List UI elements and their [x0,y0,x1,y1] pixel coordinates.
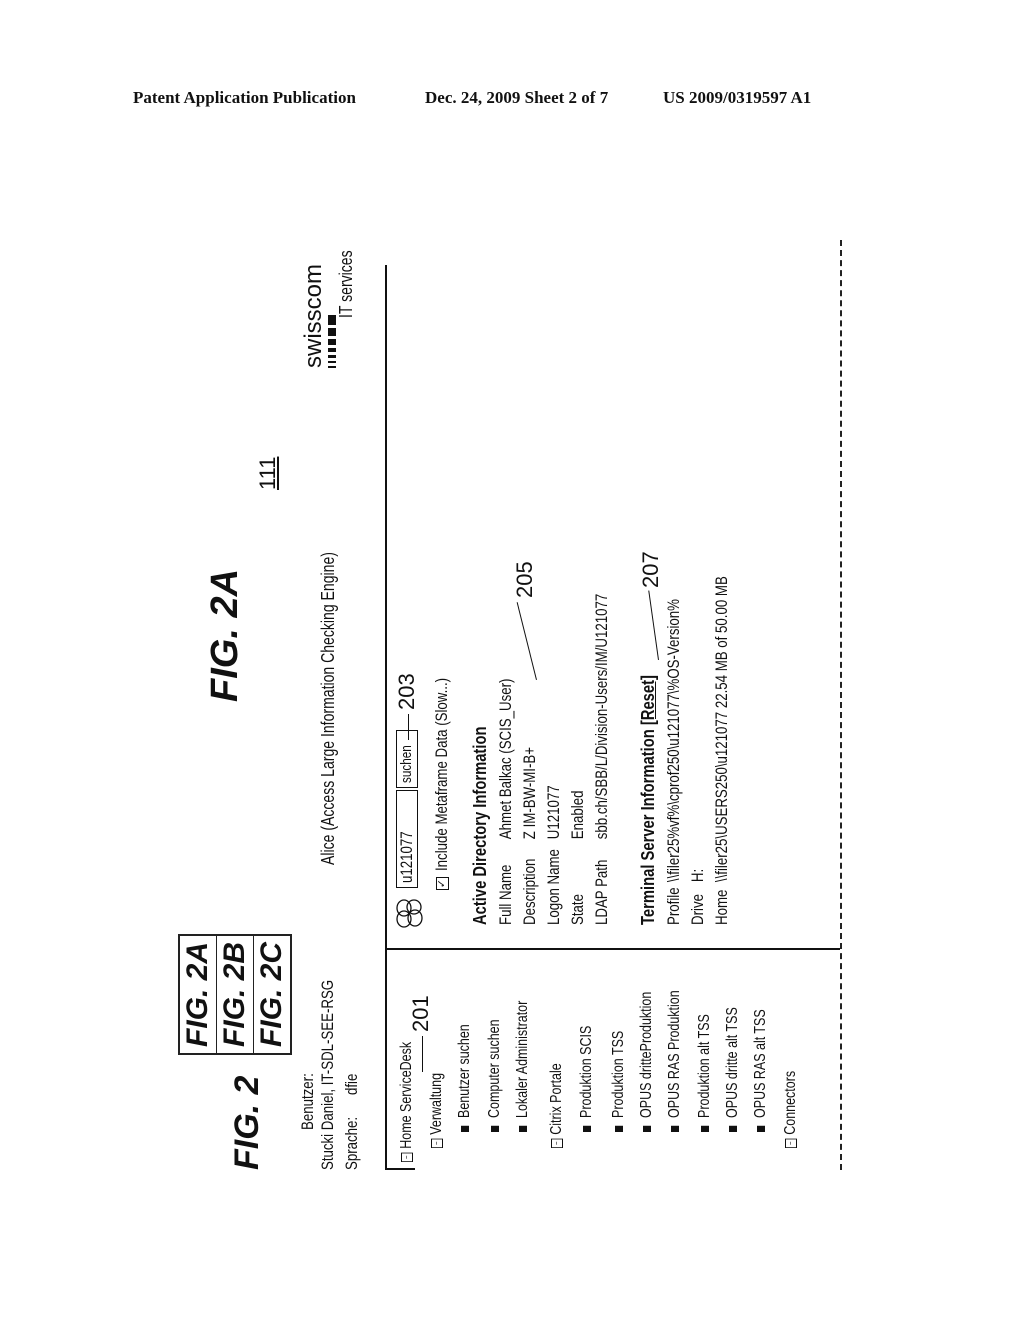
sidebar-divider [385,948,840,950]
ts-row-home: Home\\filer25\USERS250\u121077 22.54 MB … [712,576,731,925]
ts-info-table: Profile\\filer25%vf%\cprof250\u121077\%O… [664,478,736,925]
fig-key-2c: FIG. 2C [255,941,288,1047]
bullet-icon [756,1125,765,1132]
reference-111: 111 [255,456,280,490]
fig-key-2b: FIG. 2B [217,935,254,1053]
collapse-icon[interactable]: − [550,1138,563,1148]
benutzer-label: Benutzer: [298,1073,317,1130]
leader-201 [422,1036,423,1072]
nav-produktion-scis[interactable]: Produktion SCIS [578,1026,596,1132]
collapse-icon[interactable]: − [400,1152,413,1162]
sprache-value: dfie [342,1073,361,1095]
users-icon [396,899,423,928]
bullet-icon [490,1125,499,1132]
ts-row-profile: Profile\\filer25%vf%\cprof250\u121077\%O… [664,599,683,925]
ts-row-drive: DriveH: [688,868,707,925]
reference-201: 201 [408,995,433,1032]
bullet-icon [700,1125,709,1132]
frame-left-edge [385,1168,415,1170]
benutzer-value: Stucki Daniel, IT-SDL-SEE-RSG [318,979,337,1170]
ad-row-state: StateEnabled [568,790,587,925]
nav-produktion-tss[interactable]: Produktion TSS [610,1031,628,1132]
nav-benutzer-suchen[interactable]: Benutzer suchen [456,1024,474,1132]
sprache-label: Sprache: [342,1116,361,1170]
fig-2-label: FIG. 2 [228,1075,266,1170]
nav-verwaltung[interactable]: −Verwaltung [428,1073,446,1148]
bullet-icon [670,1125,679,1132]
publication-title: Patent Application Publication [133,88,356,107]
swisscom-logo: swisscom IT services [300,231,357,368]
bullet-icon [728,1125,737,1132]
ts-info-title-row: Terminal Server Information [Reset] [638,675,658,925]
bullet-icon [582,1125,591,1132]
collapse-icon[interactable]: − [430,1138,443,1148]
nav-produktion-alt-tss[interactable]: Produktion alt TSS [696,1014,714,1132]
nav-opus-ras-alt-tss[interactable]: OPUS RAS alt TSS [752,1009,770,1132]
bullet-icon [614,1125,623,1132]
nav-connectors[interactable]: −Connectors [782,1071,800,1148]
figure-key-box: FIG. 2A FIG. 2B FIG. 2C [178,933,292,1055]
nav-computer-suchen[interactable]: Computer suchen [486,1019,504,1132]
nav-home-servicedesk[interactable]: −Home ServiceDesk [398,1042,416,1162]
reference-205: 205 [512,561,537,598]
ad-row-ldap-path: LDAP Pathsbb.ch/SBB/L/Division-Users/IM/… [592,593,611,925]
publication-date-sheet: Dec. 24, 2009 Sheet 2 of 7 [425,88,609,107]
reset-link[interactable]: [Reset] [638,675,658,725]
nav-opus-ras-produktion[interactable]: OPUS RAS Produktion [666,990,684,1132]
logo-bars-icon [326,231,336,368]
sidebar-nav: −Home ServiceDesk −Verwaltung Benutzer s… [398,952,838,1162]
bullet-icon [642,1125,651,1132]
nav-opus-dritte-produktion[interactable]: OPUS dritteProduktion [638,992,656,1132]
fig-2a-label: FIG. 2A [204,568,246,702]
suchen-button[interactable]: suchen [396,729,418,788]
nav-lokaler-administrator[interactable]: Lokaler Administrator [514,1001,532,1132]
nav-opus-dritte-alt-tss[interactable]: OPUS dritte alt TSS [724,1007,742,1132]
metaframe-checkbox-row[interactable]: ✓Include Metaframe Data (Slow...) [432,623,452,890]
logo-name: swisscom [300,263,327,368]
bullet-icon [518,1125,527,1132]
leader-207 [648,590,659,660]
collapse-icon[interactable]: − [784,1138,797,1148]
frame-bottom-dashed [840,240,842,1170]
fig-key-2a: FIG. 2A [180,935,217,1053]
ad-info-title: Active Directory Information [470,726,490,925]
leader-203 [408,714,409,740]
reference-203: 203 [394,673,419,710]
app-title: Alice (Access Large Information Checking… [318,552,338,865]
figure-drawing: FIG. 2 FIG. 2A FIG. 2B FIG. 2C FIG. 2A 1… [170,230,870,1180]
logo-subtitle: IT services [336,250,356,318]
metaframe-checkbox[interactable]: ✓ [436,877,450,890]
patent-number: US 2009/0319597 A1 [663,88,812,107]
ad-row-full-name: Full NameAhmet Balkac (SCIS_User) [496,678,515,925]
user-search-input[interactable]: u121077 [396,790,418,888]
bullet-icon [460,1125,469,1132]
ad-row-logon-name: Logon NameU121077 [544,785,563,925]
nav-citrix-portale[interactable]: −Citrix Portale [548,1063,566,1148]
header-divider [385,265,387,1170]
reference-207: 207 [638,551,663,588]
ad-row-description: DescriptionZ IM-BW-MI-B+ [520,747,539,925]
